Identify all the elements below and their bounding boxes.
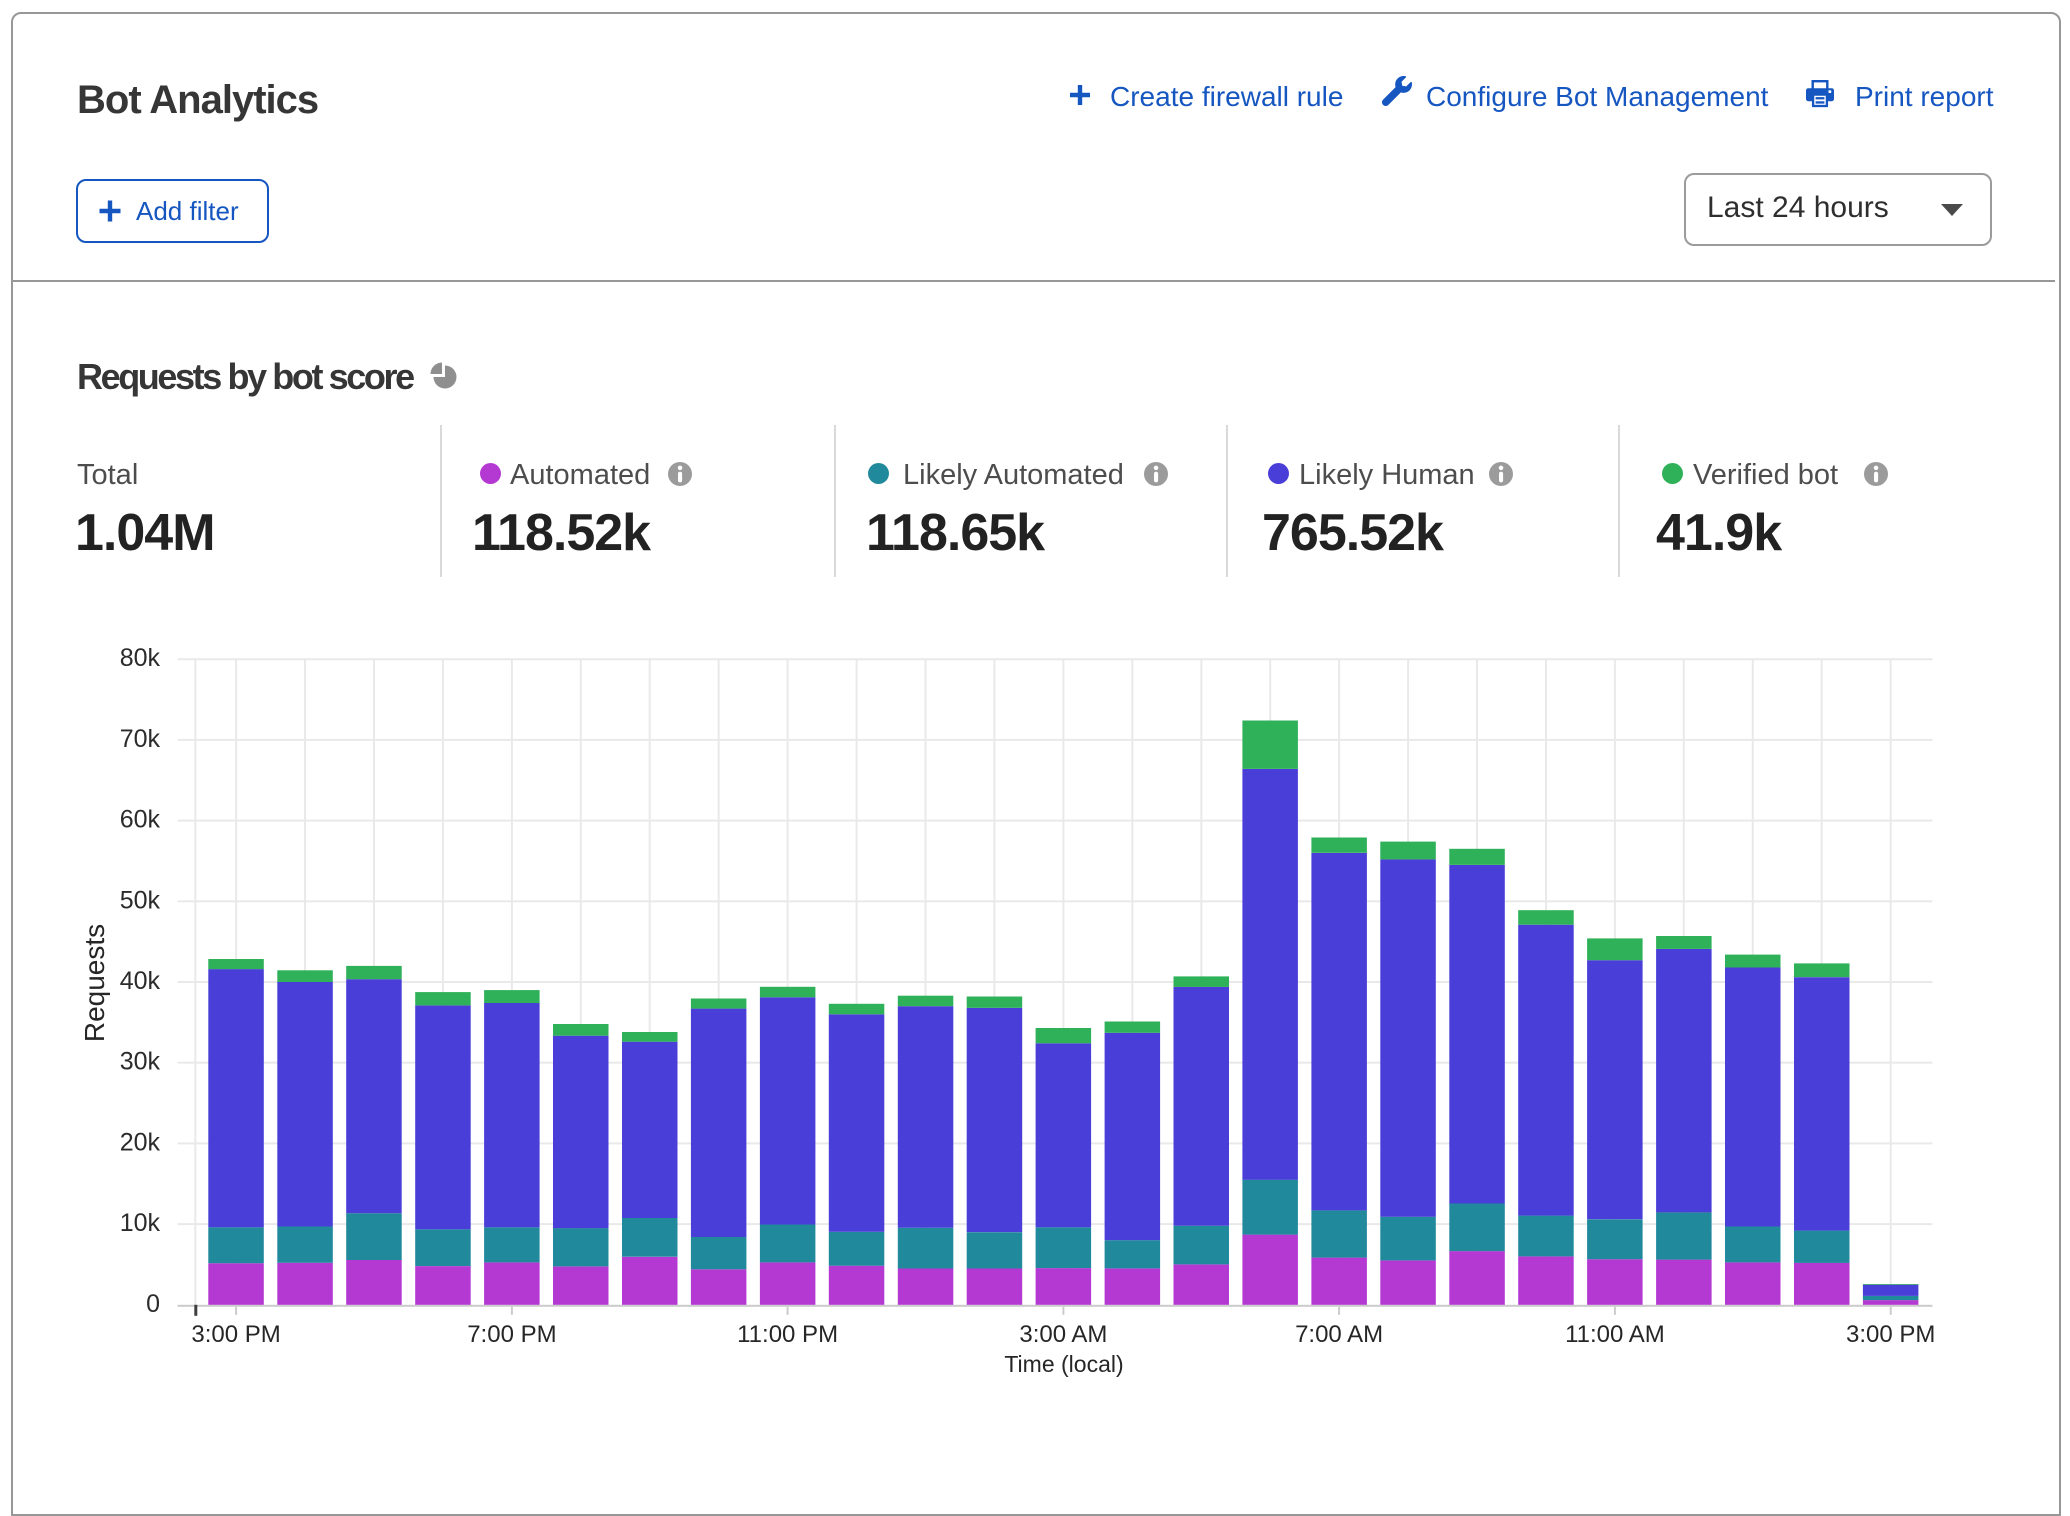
svg-text:20k: 20k: [120, 1128, 161, 1156]
svg-text:10k: 10k: [120, 1209, 161, 1237]
svg-text:11:00 PM: 11:00 PM: [737, 1321, 838, 1348]
svg-text:70k: 70k: [120, 725, 161, 753]
svg-text:3:00 AM: 3:00 AM: [1019, 1321, 1107, 1348]
svg-text:Requests: Requests: [79, 924, 110, 1042]
svg-text:0: 0: [146, 1290, 160, 1318]
svg-text:3:00 PM: 3:00 PM: [1846, 1321, 1935, 1348]
svg-text:3:00 PM: 3:00 PM: [191, 1321, 280, 1348]
svg-text:7:00 PM: 7:00 PM: [467, 1321, 556, 1348]
svg-text:30k: 30k: [120, 1048, 161, 1076]
svg-text:80k: 80k: [120, 644, 161, 672]
svg-text:60k: 60k: [120, 806, 161, 834]
svg-text:50k: 50k: [120, 886, 161, 914]
svg-text:11:00 AM: 11:00 AM: [1565, 1321, 1665, 1348]
svg-text:7:00 AM: 7:00 AM: [1295, 1321, 1383, 1348]
svg-text:Time (local): Time (local): [1004, 1351, 1123, 1377]
svg-text:40k: 40k: [120, 967, 161, 995]
